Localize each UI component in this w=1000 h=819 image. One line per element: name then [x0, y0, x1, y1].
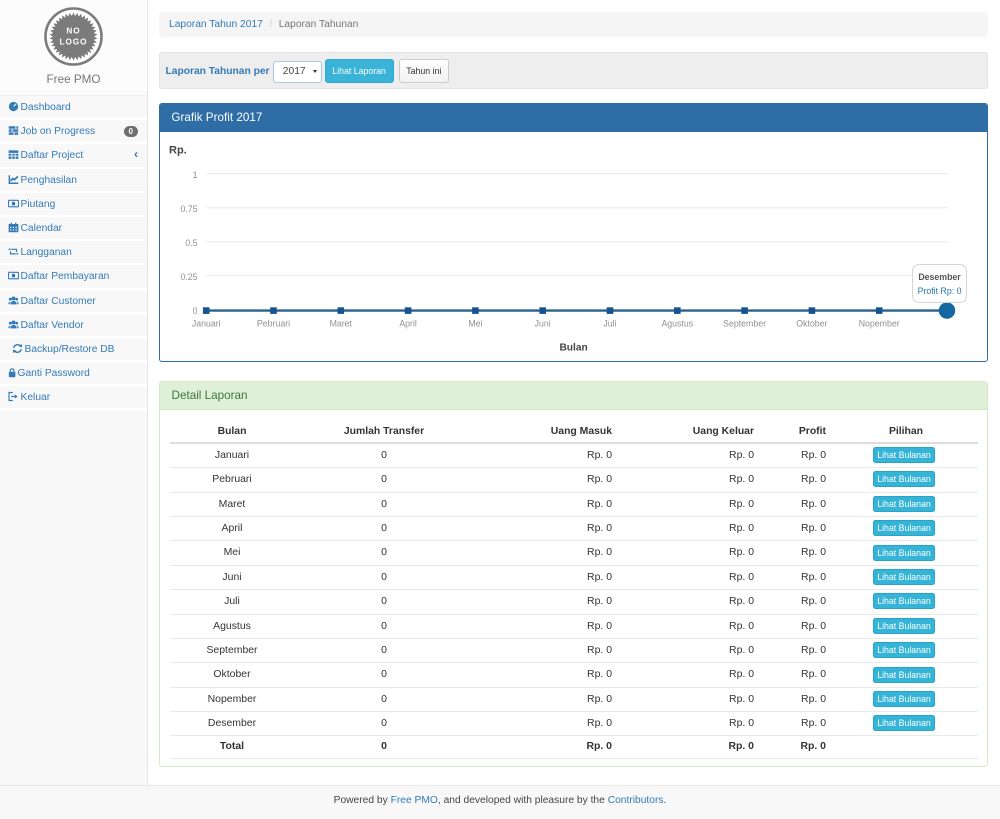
- svg-text:Juni: Juni: [535, 319, 551, 329]
- svg-text:0.25: 0.25: [180, 272, 197, 282]
- svg-text:Oktober: Oktober: [796, 319, 827, 329]
- svg-text:1: 1: [193, 170, 198, 180]
- svg-text:LOGO: LOGO: [59, 38, 87, 47]
- svg-text:Bulan: Bulan: [559, 343, 587, 354]
- svg-text:September: September: [723, 319, 766, 329]
- svg-text:Agustus: Agustus: [661, 319, 693, 329]
- svg-text:0: 0: [193, 306, 198, 316]
- svg-text:Januari: Januari: [192, 319, 221, 329]
- svg-text:April: April: [399, 319, 417, 329]
- svg-text:NO: NO: [66, 27, 80, 36]
- svg-text:Maret: Maret: [330, 319, 353, 329]
- svg-text:Juli: Juli: [603, 319, 616, 329]
- svg-text:Rp.: Rp.: [169, 144, 187, 156]
- svg-text:Mei: Mei: [468, 319, 482, 329]
- svg-text:0.5: 0.5: [185, 238, 197, 248]
- svg-text:0.75: 0.75: [180, 204, 197, 214]
- svg-text:Nopember: Nopember: [859, 319, 900, 329]
- svg-text:Pebruari: Pebruari: [257, 319, 290, 329]
